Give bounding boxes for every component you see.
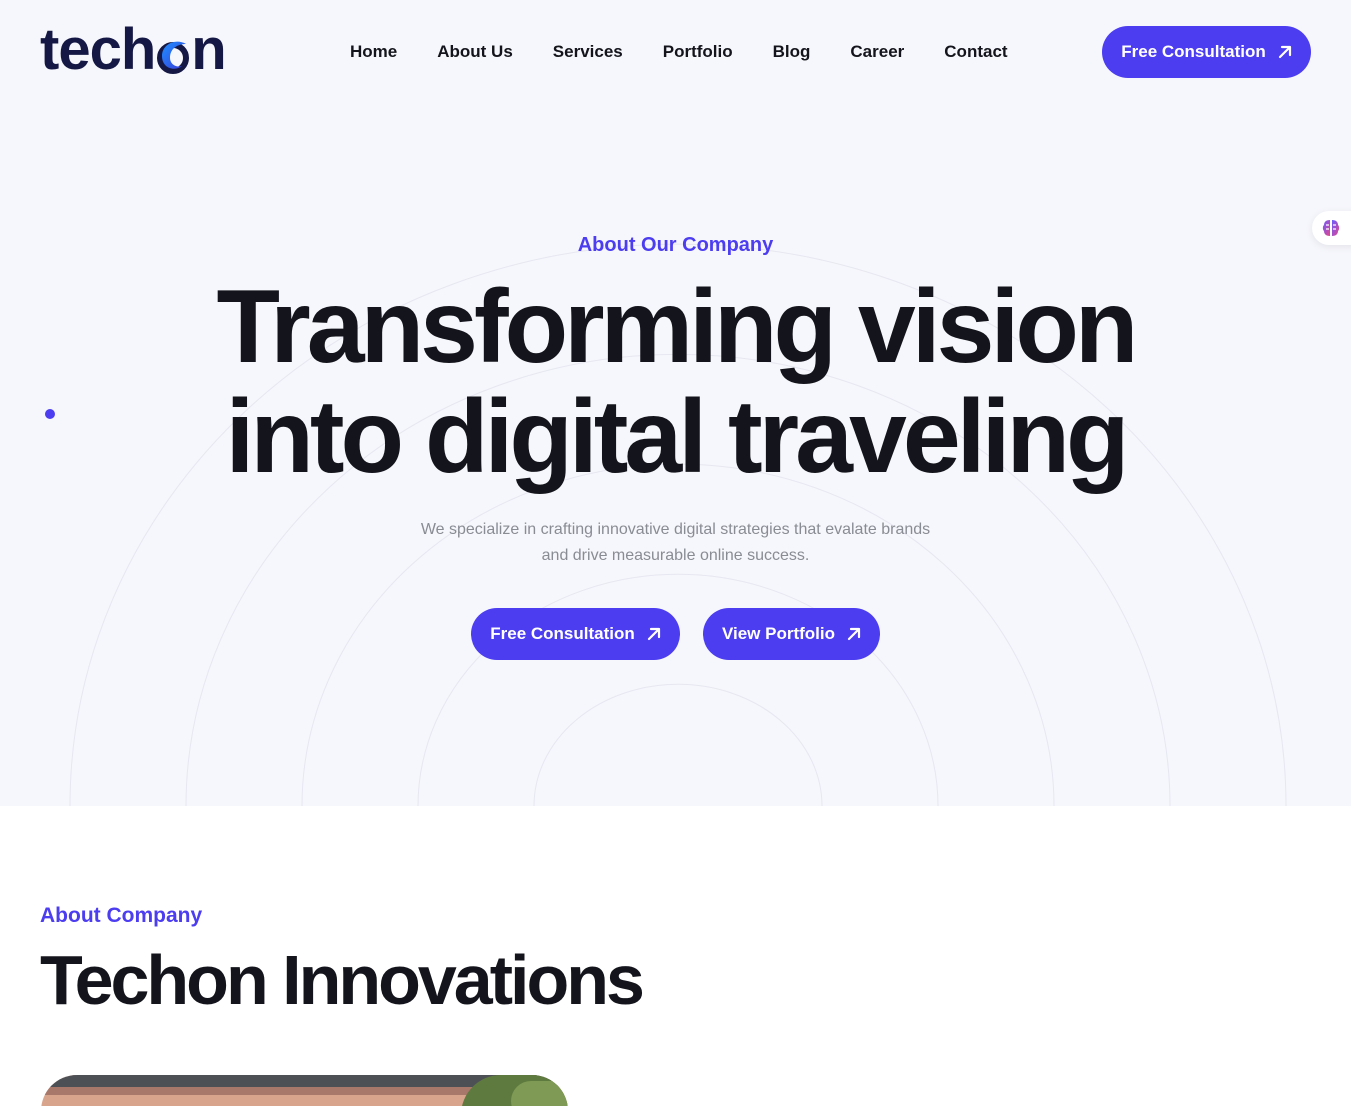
header-cta-label: Free Consultation <box>1121 42 1266 61</box>
about-title: Techon Innovations <box>40 941 645 1019</box>
about-image <box>41 1075 568 1106</box>
nav-services[interactable]: Services <box>553 41 623 63</box>
arrow-up-right-icon <box>647 627 660 641</box>
hero-subtext-line-1: We specialize in crafting innovative dig… <box>420 521 931 538</box>
hero-primary-label: Free Consultation <box>490 624 635 643</box>
hero-headline-line-1: Transforming vision <box>216 269 1139 385</box>
nav-home[interactable]: Home <box>350 41 397 63</box>
about-eyebrow: About Company <box>40 904 203 927</box>
hero-headline: Transforming vision into digital traveli… <box>0 272 1351 492</box>
nav-about-us[interactable]: About Us <box>437 41 513 63</box>
logo-text-suffix: n <box>191 17 226 82</box>
header-free-consultation-button[interactable]: Free Consultation <box>1102 26 1311 78</box>
hero-eyebrow: About Our Company <box>577 234 774 256</box>
arrow-up-right-icon <box>847 627 861 641</box>
main-nav: Home About Us Services Portfolio Blog Ca… <box>350 41 1048 63</box>
nav-blog[interactable]: Blog <box>773 41 811 63</box>
hero-section: tech n Home About Us Services Portfolio … <box>0 0 1351 806</box>
hero-subtext: We specialize in crafting innovative dig… <box>0 517 1351 569</box>
site-header: tech n Home About Us Services Portfolio … <box>0 0 1351 104</box>
nav-contact[interactable]: Contact <box>944 41 1007 63</box>
hero-headline-line-2: into digital traveling <box>225 379 1129 495</box>
logo-swirl-icon <box>156 34 190 74</box>
hero-subtext-line-2: and drive measurable online success. <box>541 547 810 564</box>
hero-free-consultation-button[interactable]: Free Consultation <box>471 608 680 660</box>
logo-text-prefix: tech <box>40 17 156 82</box>
nav-portfolio[interactable]: Portfolio <box>663 41 733 63</box>
techon-logo[interactable]: tech n <box>40 17 227 82</box>
hero-view-portfolio-button[interactable]: View Portfolio <box>703 608 880 660</box>
hero-secondary-label: View Portfolio <box>721 624 836 643</box>
arrow-up-right-icon <box>1278 45 1291 59</box>
nav-career[interactable]: Career <box>850 41 904 63</box>
